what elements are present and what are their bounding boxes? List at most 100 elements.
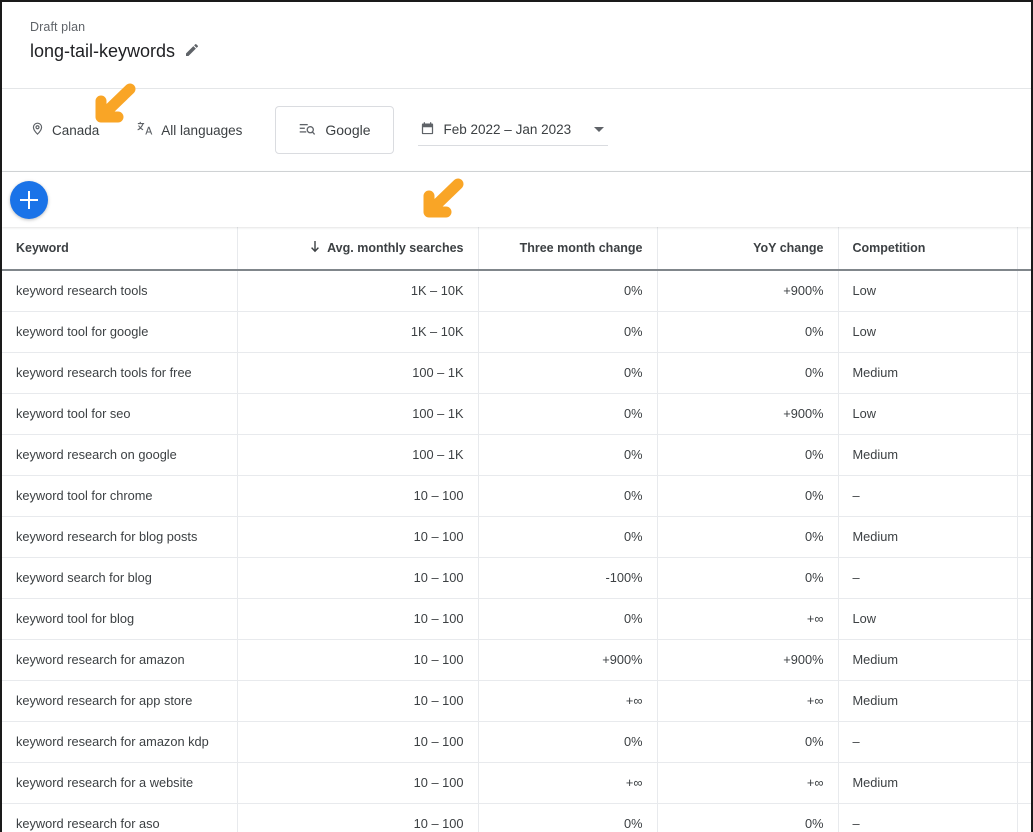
table-row[interactable]: keyword research on google 100 – 1K 0% 0% Me… — [2, 434, 1031, 476]
cell-competition: – — [838, 721, 1018, 763]
cell-competition: Low — [838, 311, 1018, 353]
cell-three-month-change: -100% — [478, 557, 658, 599]
arrow-pointing-to-add-keywords-row — [414, 178, 466, 229]
cell-competition: – — [838, 475, 1018, 517]
cell-keyword: keyword research for blog posts — [2, 516, 238, 558]
language-filter[interactable]: All languages — [137, 113, 242, 147]
cell-yoy-change: 0% — [657, 557, 839, 599]
cell-yoy-change: +∞ — [657, 762, 839, 804]
cell-three-month-change: 0% — [478, 475, 658, 517]
cell-spacer — [1017, 680, 1031, 722]
table-row[interactable]: keyword search for blog 10 – 100 -100% 0% – — [2, 557, 1031, 599]
network-selector-button[interactable]: Google — [275, 106, 394, 154]
cell-avg-monthly-searches: 100 – 1K — [237, 434, 479, 476]
cell-avg-monthly-searches: 10 – 100 — [237, 639, 479, 681]
table-row[interactable]: keyword tool for google 1K – 10K 0% 0% Low — [2, 311, 1031, 353]
cell-spacer — [1017, 721, 1031, 763]
table-row[interactable]: keyword tool for seo 100 – 1K 0% +900% Low — [2, 393, 1031, 435]
cell-competition: Low — [838, 270, 1018, 312]
search-list-icon — [298, 121, 316, 140]
cell-competition: Medium — [838, 352, 1018, 394]
cell-avg-monthly-searches: 10 – 100 — [237, 557, 479, 599]
cell-yoy-change: 0% — [657, 475, 839, 517]
cell-spacer — [1017, 557, 1031, 599]
cell-keyword: keyword research for aso — [2, 803, 238, 832]
table-row[interactable]: keyword research for amazon kdp 10 – 100 0… — [2, 721, 1031, 763]
column-header-keyword[interactable]: Keyword — [2, 227, 238, 271]
cell-avg-monthly-searches: 10 – 100 — [237, 516, 479, 558]
cell-keyword: keyword tool for blog — [2, 598, 238, 640]
location-filter[interactable]: Canada — [30, 113, 99, 147]
cell-spacer — [1017, 270, 1031, 312]
cell-competition: – — [838, 557, 1018, 599]
cell-yoy-change: +∞ — [657, 598, 839, 640]
cell-avg-monthly-searches: 10 – 100 — [237, 762, 479, 804]
cell-keyword: keyword research for a website — [2, 762, 238, 804]
cell-avg-monthly-searches: 10 – 100 — [237, 803, 479, 832]
plan-header: Draft plan long-tail-keywords — [2, 2, 1031, 88]
table-row[interactable]: keyword research for app store 10 – 100 +∞… — [2, 680, 1031, 722]
cell-three-month-change: 0% — [478, 598, 658, 640]
cell-three-month-change: 0% — [478, 393, 658, 435]
translate-icon — [137, 120, 154, 140]
column-header-three-month-change[interactable]: Three month change — [478, 227, 658, 271]
column-header-three-month-change-label: Three month change — [519, 241, 643, 255]
table-row[interactable]: keyword research for a website 10 – 100 +∞… — [2, 762, 1031, 804]
cell-spacer — [1017, 598, 1031, 640]
cell-yoy-change: 0% — [657, 352, 839, 394]
plus-icon — [20, 190, 38, 209]
cell-yoy-change: +900% — [657, 270, 839, 312]
column-header-spacer — [1017, 227, 1031, 271]
table-row[interactable]: keyword tool for blog 10 – 100 0% +∞ Low — [2, 598, 1031, 640]
cell-keyword: keyword research for amazon kdp — [2, 721, 238, 763]
keyword-ideas-table: Keyword Avg. monthly searches Three mont… — [2, 227, 1031, 832]
cell-three-month-change: 0% — [478, 270, 658, 312]
table-row[interactable]: keyword research for blog posts 10 – 100 0… — [2, 516, 1031, 558]
cell-keyword: keyword search for blog — [2, 557, 238, 599]
cell-avg-monthly-searches: 1K – 10K — [237, 270, 479, 312]
date-range-selector[interactable]: Feb 2022 – Jan 2023 — [417, 114, 609, 146]
cell-three-month-change: 0% — [478, 352, 658, 394]
column-header-keyword-label: Keyword — [16, 241, 69, 255]
column-header-competition-label: Competition — [852, 241, 926, 255]
column-header-yoy-change[interactable]: YoY change — [657, 227, 839, 271]
network-selector-label: Google — [325, 122, 371, 138]
table-row[interactable]: keyword research for amazon 10 – 100 +900%… — [2, 639, 1031, 681]
cell-keyword: keyword research on google — [2, 434, 238, 476]
cell-competition: – — [838, 803, 1018, 832]
cell-avg-monthly-searches: 10 – 100 — [237, 598, 479, 640]
column-header-avg-monthly-searches[interactable]: Avg. monthly searches — [237, 227, 479, 271]
cell-competition: Medium — [838, 680, 1018, 722]
cell-yoy-change: 0% — [657, 721, 839, 763]
calendar-icon — [420, 121, 435, 139]
cell-yoy-change: +900% — [657, 639, 839, 681]
keyword-planner-window: Draft plan long-tail-keywords Canada All… — [0, 0, 1033, 832]
cell-avg-monthly-searches: 1K – 10K — [237, 311, 479, 353]
cell-three-month-change: 0% — [478, 434, 658, 476]
date-range-label: Feb 2022 – Jan 2023 — [443, 122, 572, 137]
table-row[interactable]: keyword tool for chrome 10 – 100 0% 0% – — [2, 475, 1031, 517]
cell-three-month-change: 0% — [478, 311, 658, 353]
table-row[interactable]: keyword research tools for free 100 – 1K 0… — [2, 352, 1031, 394]
pencil-icon[interactable] — [184, 42, 200, 61]
table-header-row: Keyword Avg. monthly searches Three mont… — [2, 227, 1031, 271]
cell-keyword: keyword research tools — [2, 270, 238, 312]
cell-yoy-change: 0% — [657, 803, 839, 832]
table-row[interactable]: keyword research for aso 10 – 100 0% 0% – — [2, 803, 1031, 832]
column-header-avg-monthly-searches-label: Avg. monthly searches — [327, 241, 464, 255]
language-filter-label: All languages — [161, 122, 243, 138]
location-filter-label: Canada — [52, 122, 100, 138]
cell-three-month-change: 0% — [478, 803, 658, 832]
table-row[interactable]: keyword research tools 1K – 10K 0% +900% Low — [2, 270, 1031, 312]
plan-settings-bar: Canada All languages Google Feb 2022 – J… — [2, 83, 1031, 171]
cell-avg-monthly-searches: 10 – 100 — [237, 721, 479, 763]
cell-competition: Medium — [838, 434, 1018, 476]
cell-keyword: keyword tool for chrome — [2, 475, 238, 517]
column-header-competition[interactable]: Competition — [838, 227, 1018, 271]
cell-keyword: keyword research for app store — [2, 680, 238, 722]
cell-avg-monthly-searches: 100 – 1K — [237, 393, 479, 435]
cell-spacer — [1017, 352, 1031, 394]
cell-yoy-change: 0% — [657, 434, 839, 476]
cell-keyword: keyword tool for seo — [2, 393, 238, 435]
add-keywords-button[interactable] — [10, 180, 48, 219]
